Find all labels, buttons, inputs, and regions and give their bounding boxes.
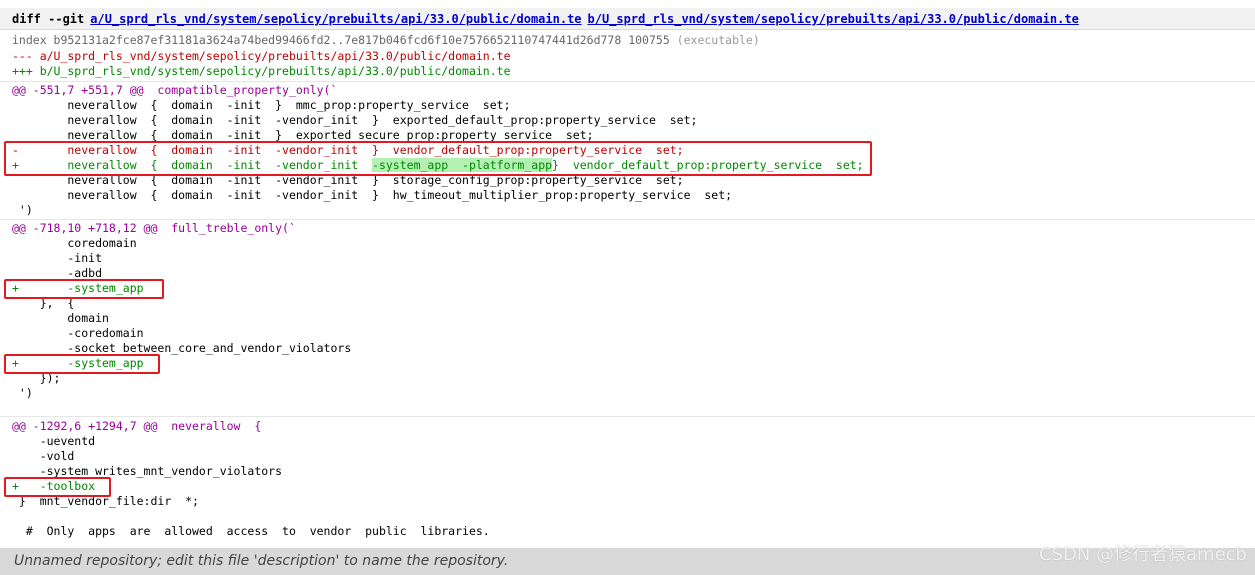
annotation-box <box>4 141 872 176</box>
hunk-header: @@ -1292,6 +1294,7 @@ neverallow { <box>12 419 262 433</box>
context-line: coredomain <box>12 236 137 250</box>
context-line: -vold <box>12 449 75 463</box>
context-line: # Only apps are allowed access to vendor… <box>12 524 490 538</box>
file-a-link[interactable]: a/U_sprd_rls_vnd/system/sepolicy/prebuil… <box>90 12 581 26</box>
annotation-box <box>4 354 160 374</box>
annotation-box <box>4 477 111 497</box>
context-line: -init <box>12 251 103 265</box>
diff-page: diff --git a/U_sprd_rls_vnd/system/sepoli… <box>0 0 1255 575</box>
diff-label: diff --git <box>12 12 85 26</box>
separator <box>0 219 1255 220</box>
from-file-line: --- a/U_sprd_rls_vnd/system/sepolicy/pre… <box>12 49 511 63</box>
annotation-box <box>4 279 164 299</box>
hunk-header: @@ -551,7 +551,7 @@ compatible_property_… <box>12 83 338 97</box>
hunk-header: @@ -718,10 +718,12 @@ full_treble_only(` <box>12 221 296 235</box>
separator <box>0 81 1255 82</box>
context-line: domain <box>12 311 109 325</box>
file-b-link[interactable]: b/U_sprd_rls_vnd/system/sepolicy/prebuil… <box>588 12 1079 26</box>
context-line: ') <box>12 203 33 217</box>
watermark: CSDN @修行者猿amecb <box>1038 544 1247 565</box>
context-line: neverallow { domain -init -vendor_init }… <box>12 188 733 202</box>
context-line: neverallow { domain -init -vendor_init }… <box>12 113 698 127</box>
context-line: -coredomain <box>12 326 144 340</box>
context-line: ') <box>12 386 33 400</box>
context-line: -ueventd <box>12 434 96 448</box>
index-mode-note: (executable) <box>676 33 760 47</box>
index-line: index b952131a2fce87ef31181a3624a74bed99… <box>12 33 760 48</box>
index-hashes: index b952131a2fce87ef31181a3624a74bed99… <box>12 33 670 47</box>
context-line: neverallow { domain -init } mmc_prop:pro… <box>12 98 511 112</box>
to-file-line: +++ b/U_sprd_rls_vnd/system/sepolicy/pre… <box>12 64 511 78</box>
separator <box>0 416 1255 417</box>
diff-header: diff --git a/U_sprd_rls_vnd/system/sepoli… <box>0 8 1255 30</box>
